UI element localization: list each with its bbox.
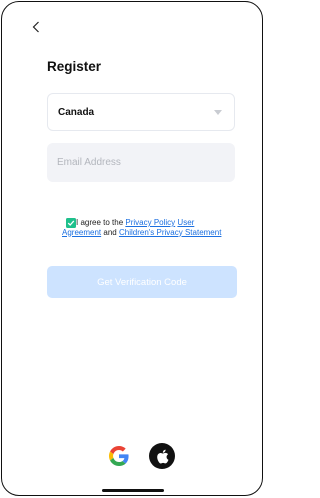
apple-login-button[interactable]	[149, 443, 175, 469]
agreement-prefix: I agree to the	[76, 218, 124, 227]
dropdown-arrow-icon	[214, 109, 222, 115]
back-button[interactable]	[29, 17, 43, 37]
page-title: Register	[47, 59, 102, 74]
home-indicator	[102, 489, 164, 492]
agreement-conjunction: and	[103, 227, 117, 237]
chevron-left-icon	[32, 21, 39, 33]
apple-icon	[156, 449, 168, 463]
country-select-value: Canada	[58, 106, 95, 118]
childrens-privacy-link[interactable]: Children's Privacy Statement	[119, 228, 221, 237]
google-icon	[109, 446, 129, 466]
google-login-button[interactable]	[106, 443, 132, 469]
privacy-policy-link[interactable]: Privacy Policy	[125, 218, 175, 227]
get-verification-code-button[interactable]: Get Verification Code	[47, 266, 237, 298]
country-select[interactable]: Canada	[47, 93, 235, 131]
phone-frame: Register Canada I agree to the Privacy P…	[1, 1, 263, 496]
agreement-text: I agree to the Privacy Policy User Agree…	[62, 218, 227, 237]
email-field[interactable]	[47, 143, 235, 182]
